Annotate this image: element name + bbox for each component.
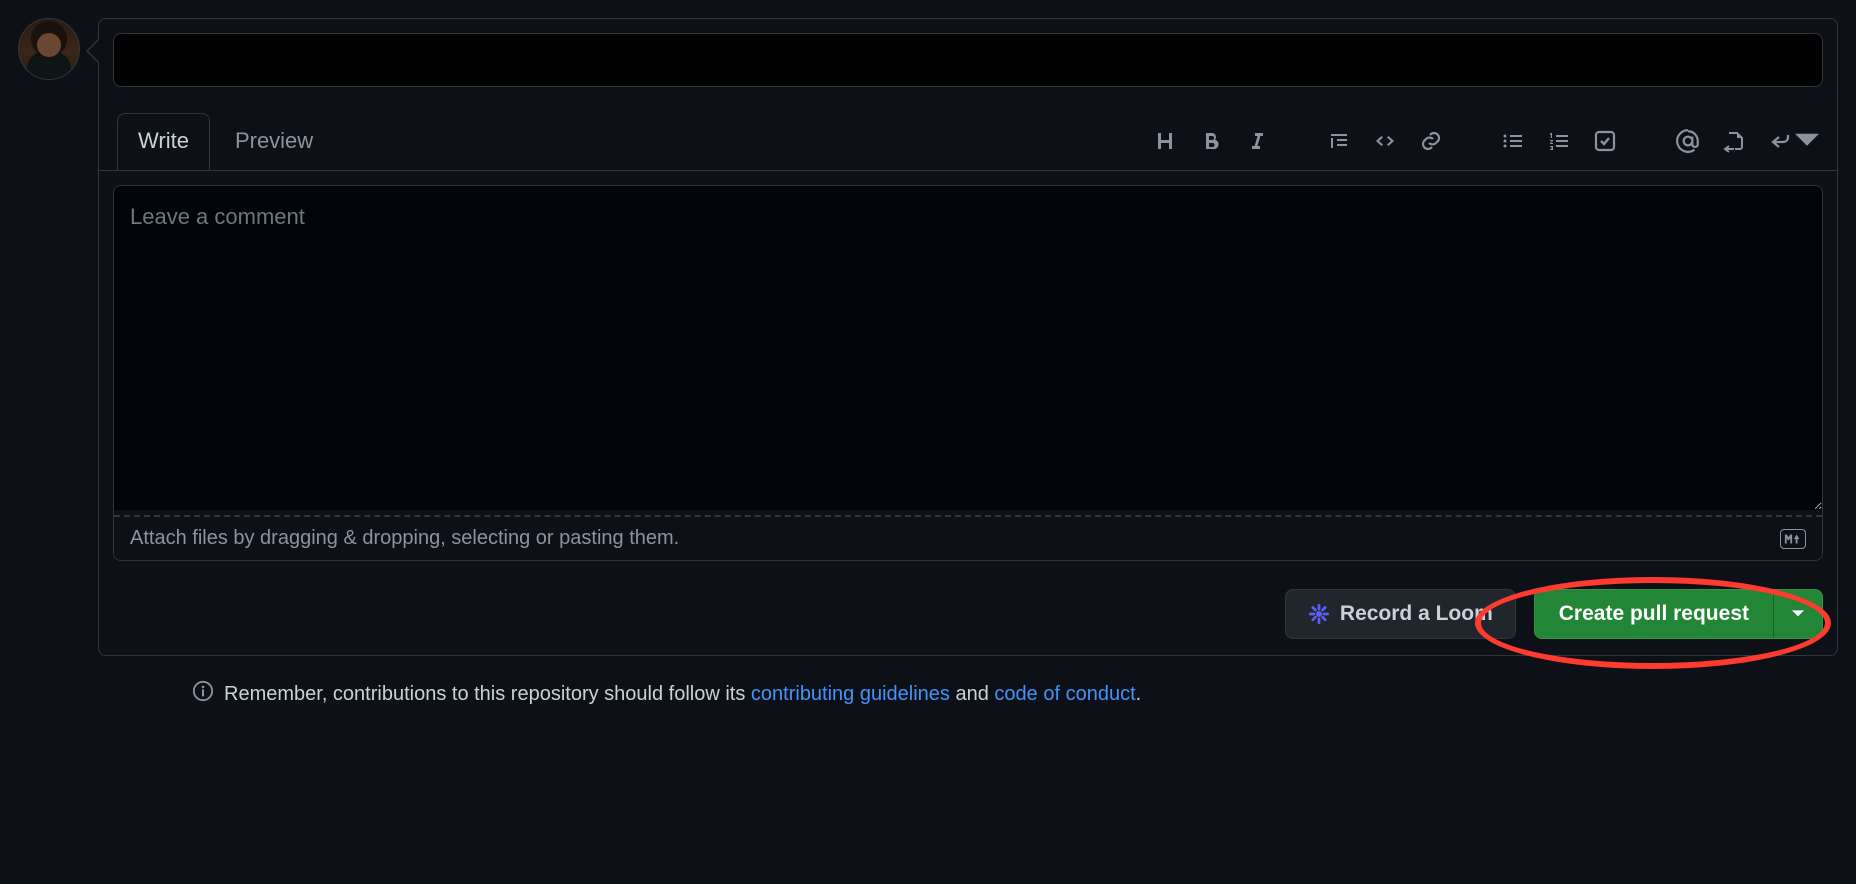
- bold-icon[interactable]: [1199, 129, 1223, 153]
- heading-icon[interactable]: [1153, 129, 1177, 153]
- avatar[interactable]: [18, 18, 80, 80]
- footer-text-prefix: Remember, contributions to this reposito…: [224, 683, 751, 705]
- attach-files-text: Attach files by dragging & dropping, sel…: [130, 527, 679, 550]
- create-pr-dropdown[interactable]: [1774, 590, 1822, 638]
- comment-form-card: Write Preview: [98, 18, 1838, 656]
- pr-title-input[interactable]: [113, 33, 1823, 87]
- code-of-conduct-link[interactable]: code of conduct: [994, 683, 1135, 705]
- comment-box: Attach files by dragging & dropping, sel…: [113, 185, 1823, 561]
- editor-tabs: Write Preview: [117, 113, 334, 170]
- mention-icon[interactable]: [1675, 128, 1701, 154]
- formatting-toolbar: [1153, 120, 1823, 170]
- quote-icon[interactable]: [1327, 129, 1351, 153]
- unordered-list-icon[interactable]: [1501, 129, 1525, 153]
- italic-icon[interactable]: [1245, 129, 1269, 153]
- cross-reference-icon[interactable]: [1723, 129, 1747, 153]
- tab-write[interactable]: Write: [117, 113, 210, 170]
- record-loom-button[interactable]: Record a Loom: [1285, 589, 1516, 639]
- reply-icon[interactable]: [1769, 129, 1819, 153]
- tab-preview[interactable]: Preview: [214, 113, 334, 170]
- contribution-footer: Remember, contributions to this reposito…: [192, 680, 1838, 708]
- ordered-list-icon[interactable]: [1547, 129, 1571, 153]
- task-list-icon[interactable]: [1593, 129, 1617, 153]
- markdown-icon[interactable]: [1780, 529, 1806, 549]
- footer-text-suffix: .: [1136, 683, 1142, 705]
- create-pr-split-button: Create pull request: [1534, 589, 1823, 639]
- info-icon: [192, 680, 214, 708]
- speech-pointer: [86, 39, 98, 63]
- redacted-title-text: [130, 42, 390, 78]
- create-pr-label: Create pull request: [1559, 602, 1749, 625]
- comment-textarea[interactable]: [114, 186, 1822, 510]
- attach-files-hint[interactable]: Attach files by dragging & dropping, sel…: [114, 517, 1822, 560]
- contributing-guidelines-link[interactable]: contributing guidelines: [751, 683, 950, 705]
- link-icon[interactable]: [1419, 129, 1443, 153]
- footer-text-middle: and: [950, 683, 994, 705]
- record-loom-label: Record a Loom: [1340, 602, 1493, 626]
- create-pr-button[interactable]: Create pull request: [1535, 590, 1773, 638]
- code-icon[interactable]: [1373, 129, 1397, 153]
